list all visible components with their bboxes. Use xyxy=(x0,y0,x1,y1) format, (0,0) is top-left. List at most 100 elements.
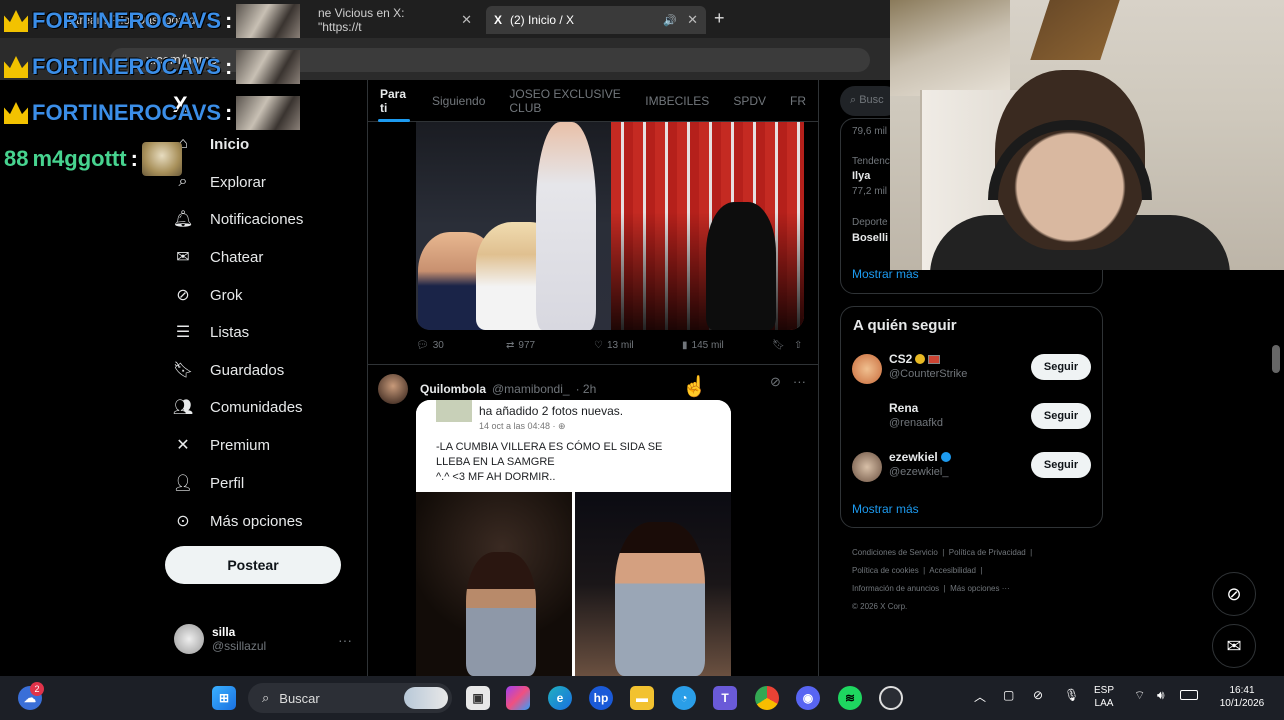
location-off-icon[interactable]: ⊘ xyxy=(1033,688,1043,702)
photo-right xyxy=(575,492,731,676)
tweet-author-name[interactable]: Quilombola xyxy=(420,382,486,396)
nav-item-explorar[interactable]: ⌕ Explorar xyxy=(172,168,266,196)
tab-label: ne Vicious en X: "https://t xyxy=(318,6,405,34)
grok-icon: ⊘ xyxy=(176,287,190,304)
footer-link[interactable]: Accesibilidad xyxy=(929,566,976,575)
trend-title[interactable]: Ilya xyxy=(852,170,870,182)
repost-count: 977 xyxy=(518,340,536,351)
tab-joseo[interactable]: JOSEO EXCLUSIVE CLUB xyxy=(497,80,633,122)
nav-item-inicio[interactable]: ⌂ Inicio xyxy=(172,130,249,158)
post-date-text: 14 oct a las 04:48 · ⊕ xyxy=(479,421,566,431)
nav-item-guardados[interactable]: 🔖︎ Guardados xyxy=(172,356,284,384)
copilot-icon[interactable] xyxy=(506,686,530,710)
nav-item-notificaciones[interactable]: 🔔︎ Notificaciones xyxy=(172,205,304,233)
trend-title[interactable]: Boselli xyxy=(852,232,888,244)
avatar[interactable] xyxy=(378,374,408,404)
tweet-media[interactable]: ha añadido 2 fotos nuevas. 14 oct a las … xyxy=(416,400,731,676)
suggestion-name[interactable]: CS2 xyxy=(889,352,912,366)
nav-item-listas[interactable]: ☰ Listas xyxy=(172,318,249,346)
hp-icon[interactable]: hp xyxy=(589,686,613,710)
avatar[interactable] xyxy=(852,403,882,433)
views-button[interactable]: ▮ 145 mil xyxy=(682,340,772,351)
close-icon[interactable]: ✕ xyxy=(461,12,472,28)
footer-link[interactable]: Información de anuncios xyxy=(852,584,939,593)
post-body-line: -LA CUMBIA VILLERA ES CÓMO EL SIDA SE xyxy=(436,441,663,453)
suggestion-name[interactable]: Rena xyxy=(889,401,918,415)
follow-button[interactable]: Seguir xyxy=(1031,354,1091,380)
nav-item-mas-opciones[interactable]: ⊙ Más opciones xyxy=(172,507,302,535)
tab-fr[interactable]: FR xyxy=(778,80,818,122)
follow-suggestion: Rena @renaafkd Seguir xyxy=(852,399,1092,439)
grok-fab-button[interactable]: ⊘ xyxy=(1212,572,1256,616)
screenshot-of-post: ha añadido 2 fotos nuevas. 14 oct a las … xyxy=(416,400,731,492)
tweet-time[interactable]: · 2h xyxy=(576,382,597,396)
chat-username: FORTINEROCAVS xyxy=(32,100,222,125)
nav-item-premium[interactable]: ✕ Premium xyxy=(172,431,270,459)
tab-spdv[interactable]: SPDV xyxy=(721,80,778,122)
nav-item-comunidades[interactable]: 👥︎ Comunidades xyxy=(172,393,303,421)
chat-colon: : xyxy=(225,8,233,33)
close-icon[interactable]: ✕ xyxy=(687,12,698,28)
chrome-icon[interactable] xyxy=(755,686,779,710)
avatar[interactable] xyxy=(852,452,882,482)
messages-fab-button[interactable]: ✉ xyxy=(1212,624,1256,668)
account-switcher[interactable]: silla @ssillazul xyxy=(174,624,266,654)
new-tab-icon[interactable]: + xyxy=(714,8,725,29)
tab-para-ti[interactable]: Para ti xyxy=(368,80,420,122)
chat-username: FORTINEROCAVS xyxy=(32,8,222,33)
suggestion-name[interactable]: ezewkiel xyxy=(889,450,938,464)
nav-item-chatear[interactable]: ✉ Chatear xyxy=(172,243,263,271)
clock[interactable]: 16:41 10/1/2026 xyxy=(1212,684,1272,710)
file-explorer-icon[interactable]: ▬ xyxy=(630,686,654,710)
nav-item-grok[interactable]: ⊘ Grok xyxy=(172,281,242,309)
footer-link[interactable]: Política de Privacidad xyxy=(949,548,1026,557)
tweet-media[interactable] xyxy=(416,122,804,330)
bookmark-button[interactable]: 🔖︎ xyxy=(772,340,794,351)
tab-siguiendo[interactable]: Siguiendo xyxy=(420,80,497,122)
taskbar-search[interactable]: ⌕ Buscar xyxy=(248,683,452,713)
tweet-author-handle[interactable]: @mamibondi_ xyxy=(492,382,570,396)
spotify-icon[interactable]: ≋ xyxy=(838,686,862,710)
nav-item-perfil[interactable]: 👤︎ Perfil xyxy=(172,469,244,497)
show-more-follow-link[interactable]: Mostrar más xyxy=(852,502,919,516)
grok-icon[interactable]: ⊘ xyxy=(770,374,781,390)
like-button[interactable]: ♡ 13 mil xyxy=(594,340,682,351)
more-dots-icon[interactable]: ··· xyxy=(793,374,806,390)
repost-button[interactable]: ⇄ 977 xyxy=(506,340,594,351)
footer-link[interactable]: Política de cookies xyxy=(852,566,919,575)
tab-inicio-x[interactable]: X (2) Inicio / X 🔊 ✕ xyxy=(486,6,706,34)
reply-button[interactable]: 💬︎ 30 xyxy=(416,340,506,351)
avatar[interactable] xyxy=(852,354,882,384)
footer-link[interactable]: Más opciones ··· xyxy=(950,584,1010,593)
task-view-icon[interactable]: ▣ xyxy=(466,686,490,710)
more-icon: ⊙ xyxy=(176,513,190,530)
language-indicator[interactable]: ESP LAA xyxy=(1094,684,1114,710)
obs-icon[interactable] xyxy=(879,686,903,710)
windows-start-icon[interactable]: ⊞ xyxy=(212,686,236,710)
follow-button[interactable]: Seguir xyxy=(1031,452,1091,478)
timeline-left-border xyxy=(367,80,368,676)
tab-imbeciles[interactable]: IMBECILES xyxy=(633,80,721,122)
wifi-icon[interactable]: ⌔ xyxy=(1134,688,1145,703)
microphone-icon[interactable]: 🎙︎ xyxy=(1064,688,1079,702)
scrollbar-thumb[interactable] xyxy=(1272,345,1280,373)
suggestion-handle: @renaafkd xyxy=(889,417,943,429)
follow-button[interactable]: Seguir xyxy=(1031,403,1091,429)
discord-icon[interactable]: ◉ xyxy=(796,686,820,710)
more-dots-icon[interactable]: ··· xyxy=(338,632,352,648)
app-icon[interactable]: ◔ xyxy=(672,686,696,710)
battery-icon[interactable] xyxy=(1180,690,1198,700)
volume-icon[interactable]: 🔊︎ xyxy=(1157,688,1165,703)
nav-label: Guardados xyxy=(210,361,285,379)
language-code: ESP xyxy=(1094,685,1115,696)
post-button[interactable]: Postear xyxy=(165,546,341,584)
share-button[interactable]: ⇧ xyxy=(794,340,806,351)
footer-link[interactable]: Condiciones de Servicio xyxy=(852,548,938,557)
chevron-up-icon[interactable]: ︿ xyxy=(974,688,986,705)
nav-label: Chatear xyxy=(210,248,264,266)
teams-icon[interactable]: T xyxy=(713,686,737,710)
speaker-icon[interactable]: 🔊 xyxy=(663,14,677,27)
tray-app-icon[interactable]: ▢ xyxy=(1003,688,1014,702)
tab-vicious[interactable]: ne Vicious en X: "https://t ✕ xyxy=(310,6,480,34)
edge-icon[interactable]: e xyxy=(548,686,572,710)
